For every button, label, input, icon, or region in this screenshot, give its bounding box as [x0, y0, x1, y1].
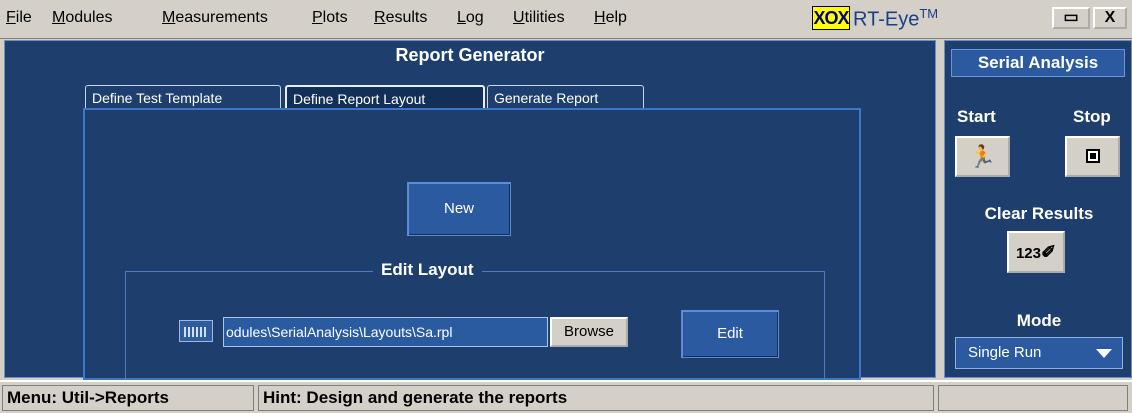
mode-label: Mode [1016, 311, 1062, 330]
report-generator-panel: Report Generator Define Test Template De… [4, 40, 936, 383]
eraser-123-icon: 123 [1015, 245, 1041, 262]
menu-measurements[interactable]: Measurements [162, 9, 268, 27]
browse-button[interactable]: Browse [550, 317, 628, 347]
menu-utilities[interactable]: Utilities [513, 9, 565, 27]
close-button[interactable]: X [1093, 7, 1127, 29]
start-button[interactable]: 🏃 [955, 136, 1010, 177]
status-hint: Hint: Design and generate the reports [258, 385, 934, 411]
tab-panel: New Edit Layout odules\SerialAnalysis\La… [83, 108, 861, 383]
menu-bar: File Modules Measurements Plots Results … [0, 0, 1132, 39]
menu-file[interactable]: File [6, 9, 32, 27]
menu-plots[interactable]: Plots [312, 9, 348, 27]
edit-layout-title: Edit Layout [373, 260, 482, 280]
menu-log[interactable]: Log [457, 9, 484, 27]
status-extra [938, 385, 1128, 411]
tab-define-report-layout[interactable]: Define Report Layout [285, 85, 485, 109]
panel-title: Report Generator [395, 45, 545, 65]
edit-button[interactable]: Edit [681, 310, 779, 358]
keyboard-icon[interactable] [179, 320, 213, 342]
mode-value: Single Run [968, 344, 1042, 361]
menu-help[interactable]: Help [594, 9, 627, 27]
layout-path-input[interactable]: odules\SerialAnalysis\Layouts\Sa.rpl [223, 317, 548, 347]
minimize-button[interactable]: ▭ [1052, 7, 1090, 29]
app-title: RT-EyeTM [853, 6, 939, 31]
mode-select[interactable]: Single Run [955, 337, 1123, 369]
status-menu-path: Menu: Util->Reports [2, 385, 254, 411]
dropdown-arrow-icon[interactable] [1096, 349, 1112, 358]
serial-analysis-header: Serial Analysis [951, 49, 1125, 77]
running-man-icon: 🏃 [968, 144, 997, 169]
serial-analysis-panel: Serial Analysis Start Stop 🏃 Clear Resul… [944, 40, 1132, 378]
stop-square-icon [1085, 149, 1100, 163]
tab-generate-report[interactable]: Generate Report [487, 85, 644, 109]
status-bar: Menu: Util->Reports Hint: Design and gen… [0, 380, 1132, 413]
stop-label: Stop [1073, 107, 1111, 126]
start-label: Start [957, 107, 996, 126]
tab-define-test-template[interactable]: Define Test Template [85, 85, 281, 109]
menu-results[interactable]: Results [374, 9, 427, 27]
stop-button[interactable] [1065, 136, 1120, 177]
new-button[interactable]: New [407, 182, 511, 236]
menu-modules[interactable]: Modules [52, 9, 112, 27]
app-logo: XOX [812, 6, 850, 30]
clear-results-label: Clear Results [984, 204, 1094, 223]
clear-results-button[interactable]: 123✐ [1007, 231, 1065, 273]
